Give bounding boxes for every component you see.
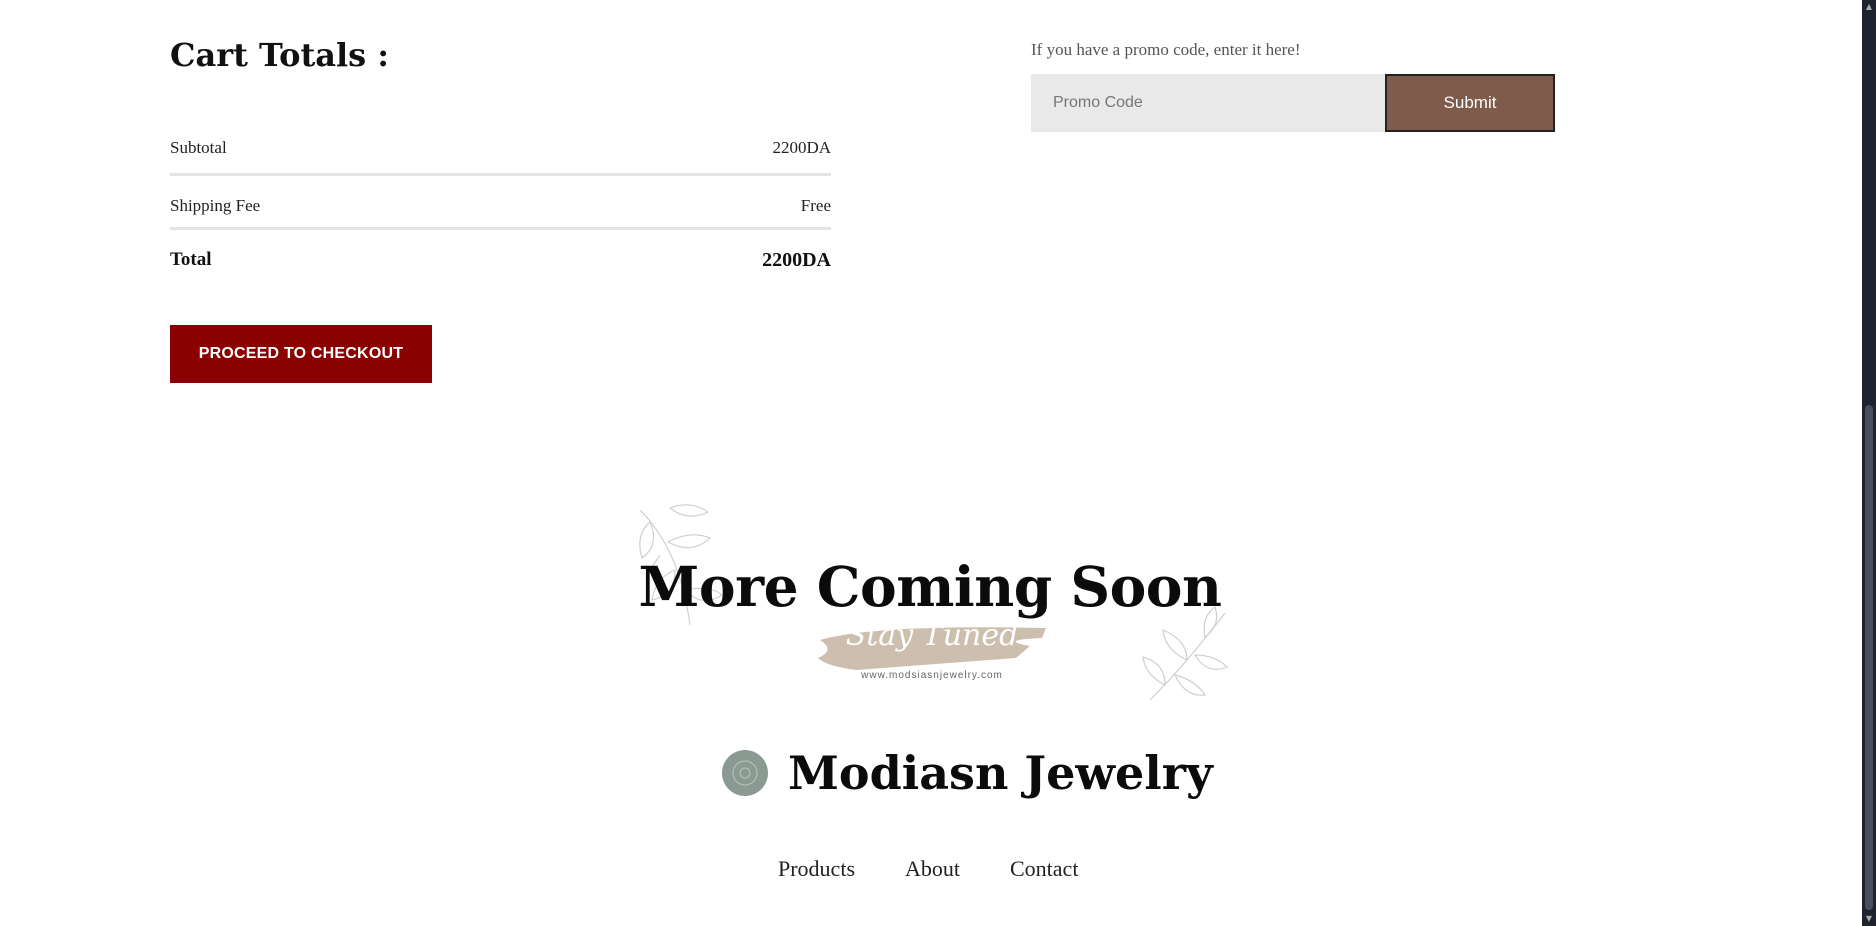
shipping-value: Free — [800, 195, 831, 215]
jewelry-logo-icon — [722, 750, 768, 796]
shipping-row: Shipping Fee Free — [170, 176, 831, 230]
cart-totals-title: Cart Totals : — [170, 36, 390, 74]
footer-link-about[interactable]: About — [905, 856, 960, 882]
total-label: Total — [170, 249, 212, 270]
proceed-to-checkout-button[interactable]: PROCEED TO CHECKOUT — [170, 325, 432, 383]
stay-tuned-text: Stay Tuned — [845, 618, 1019, 653]
shipping-label: Shipping Fee — [170, 195, 261, 215]
brand-name: Modiasn Jewelry — [788, 746, 1213, 800]
promo-submit-button[interactable]: Submit — [1385, 74, 1555, 132]
footer-nav: Products About Contact — [778, 856, 1078, 882]
promo-form: Submit — [1031, 74, 1555, 132]
brand: Modiasn Jewelry — [722, 746, 1213, 800]
scrollbar-thumb[interactable] — [1865, 405, 1873, 910]
scroll-down-arrow-icon[interactable]: ▼ — [1862, 912, 1876, 926]
page: Cart Totals : Subtotal 2200DA Shipping F… — [0, 0, 1862, 926]
promo-hint: If you have a promo code, enter it here! — [1031, 40, 1301, 59]
vertical-scrollbar[interactable]: ▲ ▼ — [1862, 0, 1876, 926]
coming-soon-title: More Coming Soon — [638, 554, 1222, 619]
total-value: 2200DA — [762, 248, 831, 271]
coming-soon-banner: More Coming Soon Stay Tuned www.modsiasn… — [630, 500, 1235, 705]
footer-link-products[interactable]: Products — [778, 856, 855, 882]
footer-link-contact[interactable]: Contact — [1010, 856, 1078, 882]
subtotal-value: 2200DA — [772, 138, 831, 157]
scroll-up-arrow-icon[interactable]: ▲ — [1862, 0, 1876, 14]
banner-url: www.modsiasnjewelry.com — [861, 670, 1003, 681]
total-row: Total 2200DA — [170, 230, 831, 284]
cart-totals-table: Subtotal 2200DA Shipping Fee Free Total … — [170, 128, 831, 284]
subtotal-label: Subtotal — [170, 138, 227, 157]
promo-code-input[interactable] — [1031, 74, 1385, 132]
leaves-decoration-icon — [1142, 606, 1229, 701]
subtotal-row: Subtotal 2200DA — [170, 128, 831, 176]
